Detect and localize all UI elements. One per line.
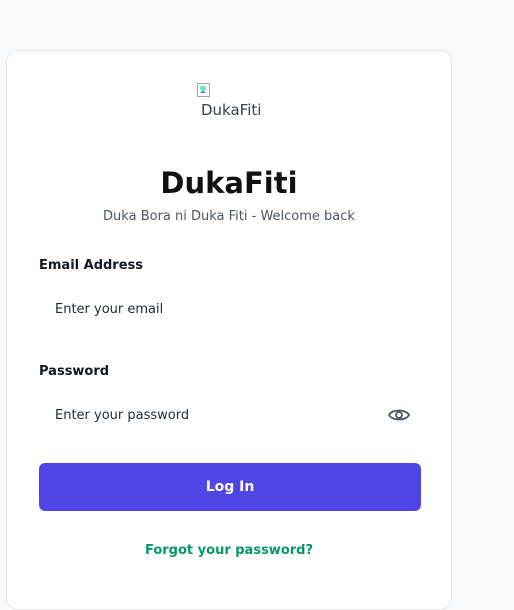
tagline: Duka Bora ni Duka Fiti - Welcome back [103, 209, 355, 224]
password-label: Password [39, 364, 110, 379]
broken-image-icon [197, 83, 210, 97]
login-button[interactable]: Log In [39, 463, 421, 511]
logo: DukaFiti [197, 83, 267, 123]
logo-alt-text: DukaFiti [201, 101, 262, 119]
login-card: DukaFiti DukaFiti Duka Bora ni Duka Fiti… [6, 50, 452, 610]
eye-icon [387, 409, 411, 421]
app-title: DukaFiti [160, 166, 298, 200]
forgot-password-link[interactable]: Forgot your password? [7, 543, 451, 558]
password-field[interactable] [39, 393, 421, 437]
show-password-toggle[interactable] [387, 405, 411, 425]
email-field[interactable] [39, 287, 421, 331]
email-label: Email Address [39, 258, 144, 273]
